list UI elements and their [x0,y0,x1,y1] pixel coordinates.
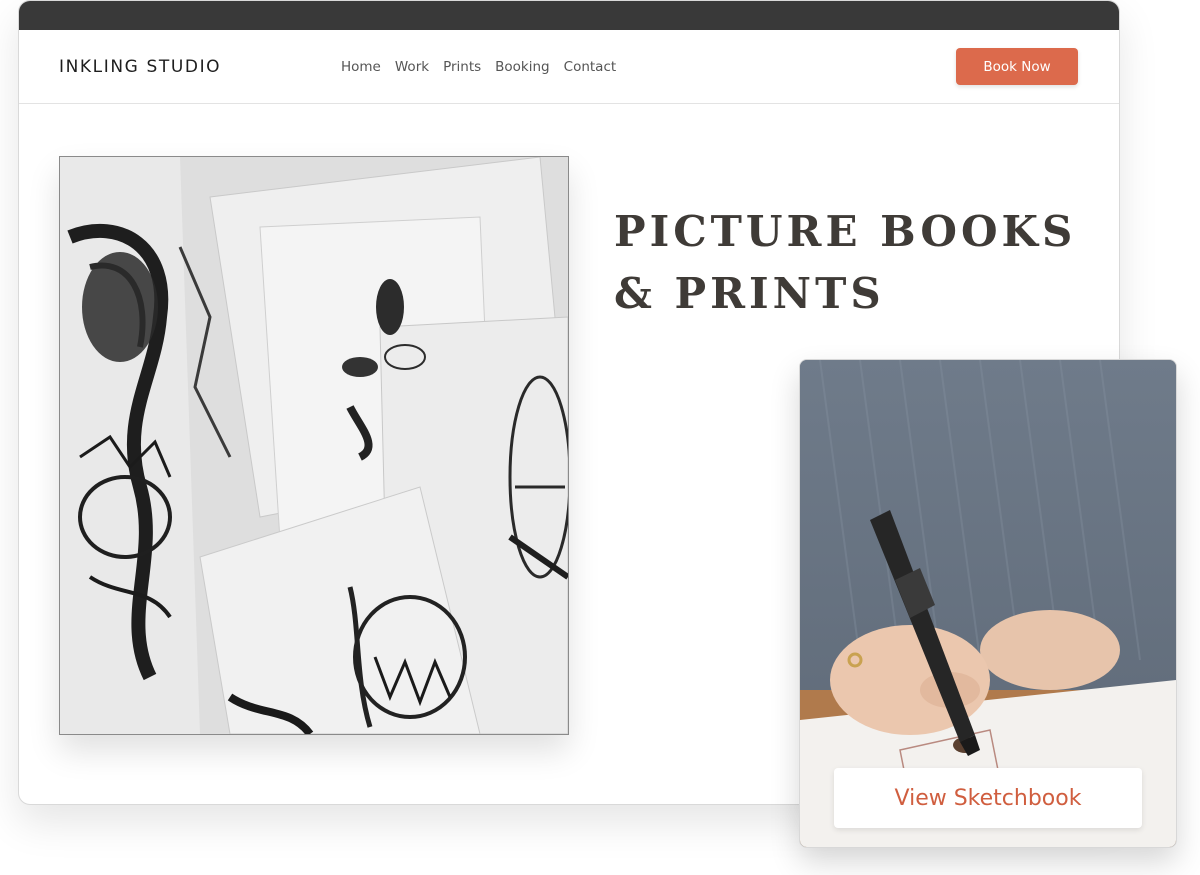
hero-image [59,156,569,735]
book-now-button[interactable]: Book Now [956,48,1078,85]
nav-link-prints[interactable]: Prints [443,59,481,75]
nav-link-home[interactable]: Home [341,59,381,75]
browser-top-bar [19,1,1119,30]
hero-title: PICTURE BOOKS & PRINTS [614,207,1077,318]
nav-link-contact[interactable]: Contact [564,59,617,75]
main-nav: Home Work Prints Booking Contact [341,59,616,75]
nav-link-work[interactable]: Work [395,59,429,75]
nav-link-booking[interactable]: Booking [495,59,549,75]
sketchbook-card: View Sketchbook [799,359,1177,848]
brand-logo[interactable]: INKLING STUDIO [59,57,221,77]
view-sketchbook-button[interactable]: View Sketchbook [834,768,1142,828]
site-header: INKLING STUDIO Home Work Prints Booking … [19,30,1119,104]
